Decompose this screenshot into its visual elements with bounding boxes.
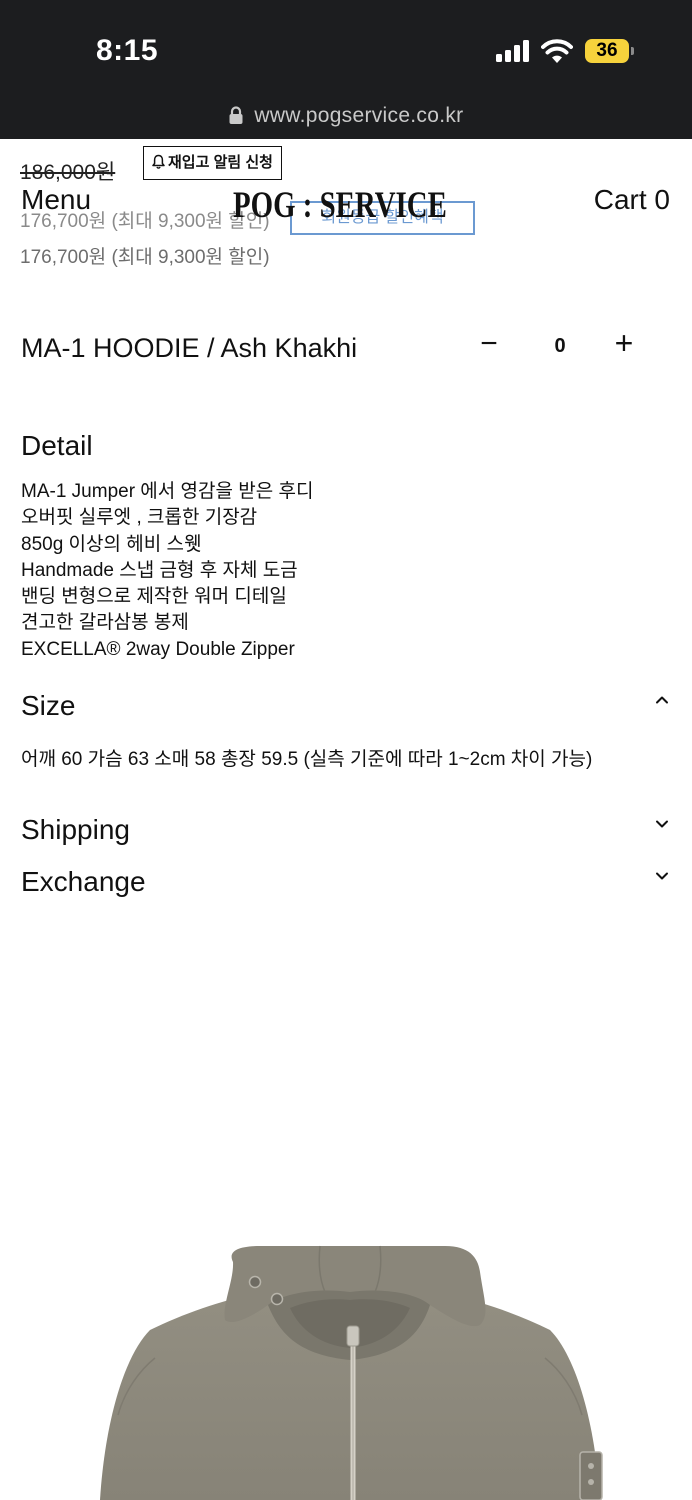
detail-line: 850g 이상의 헤비 스웻 — [21, 533, 202, 555]
product-image — [100, 1245, 603, 1500]
detail-line: Handmade 스냅 금형 후 자체 도금 — [21, 559, 298, 581]
site-logo[interactable]: POG : SERVICE — [233, 184, 447, 227]
quantity-increase-button[interactable]: + — [609, 327, 639, 360]
chevron-up-icon[interactable] — [654, 694, 670, 706]
bell-icon — [152, 154, 165, 169]
battery-icon: 36 — [585, 39, 629, 63]
quantity-decrease-button[interactable]: − — [476, 329, 502, 360]
product-name: MA-1 HOODIE / Ash Khakhi — [21, 333, 358, 363]
detail-list: MA-1 Jumper 에서 영감을 받은 후디 오버핏 실루엣 , 크롭한 기… — [21, 479, 313, 663]
sale-price: 176,700원 (최대 9,300원 할인) — [20, 247, 270, 268]
exchange-title[interactable]: Exchange — [21, 866, 146, 898]
status-bar: 8:15 36 www.pogservice.co.kr — [0, 0, 692, 139]
shipping-title[interactable]: Shipping — [21, 814, 130, 846]
wifi-icon — [541, 39, 573, 63]
lock-icon — [229, 106, 243, 124]
size-title[interactable]: Size — [21, 690, 75, 722]
detail-title: Detail — [21, 430, 93, 461]
signal-icon — [496, 40, 532, 62]
url-bar[interactable]: www.pogservice.co.kr — [0, 104, 692, 134]
battery-tip — [631, 47, 634, 55]
chevron-down-icon[interactable] — [654, 818, 670, 830]
detail-line: EXCELLA® 2way Double Zipper — [21, 638, 295, 660]
chevron-down-icon[interactable] — [654, 870, 670, 882]
menu-link[interactable]: Menu — [21, 184, 91, 216]
url-text: www.pogservice.co.kr — [254, 104, 464, 128]
quantity-value: 0 — [554, 335, 566, 357]
detail-line: MA-1 Jumper 에서 영감을 받은 후디 — [21, 481, 314, 502]
size-text: 어깨 60 가슴 63 소매 58 총장 59.5 (실측 기준에 따라 1~2… — [21, 749, 593, 770]
detail-line: 밴딩 변형으로 제작한 워머 디테일 — [21, 586, 287, 608]
restock-alert-button[interactable]: 재입고 알림 신청 — [143, 146, 282, 180]
status-time: 8:15 — [96, 34, 159, 67]
detail-line: 견고한 갈라삼봉 봉제 — [21, 612, 189, 634]
cart-link[interactable]: Cart 0 — [594, 184, 670, 216]
detail-line: 오버핏 실루엣 , 크롭한 기장감 — [21, 507, 258, 529]
original-price: 186,000원 — [20, 161, 116, 184]
restock-label: 재입고 알림 신청 — [168, 154, 273, 171]
